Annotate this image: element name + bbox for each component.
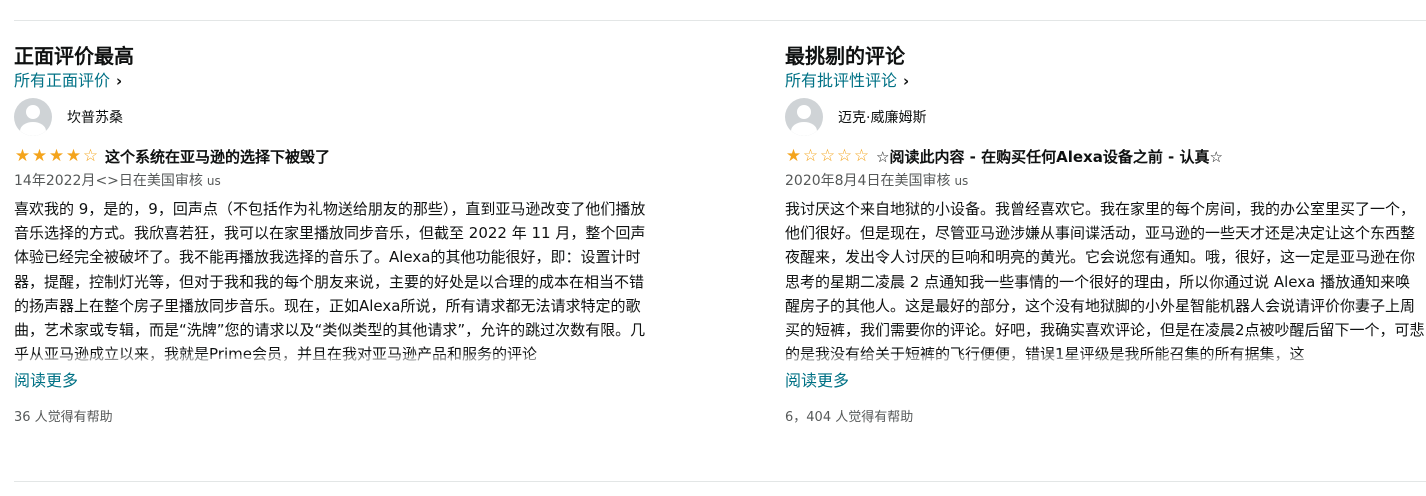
review-title[interactable]: 这个系统在亚马逊的选择下被毁了 [105,146,330,167]
all-positive-reviews-link[interactable]: 所有正面评价 › [14,70,122,92]
star-rating[interactable]: ★ ☆ ☆ ☆ ☆ [785,146,870,166]
star-empty-icon: ☆ [82,146,99,166]
star-full-icon: ★ [48,146,65,166]
review-date: 14年2022月<>日在美国审核 us [14,171,654,191]
review-date-text: 2020年8月4日在美国审核 [785,173,951,189]
star-full-icon: ★ [14,146,31,166]
star-rating[interactable]: ★ ★ ★ ★ ☆ [14,146,99,166]
helpful-count: 36 人觉得有帮助 [14,410,113,425]
star-empty-icon: ☆ [802,146,819,166]
review-body: 喜欢我的 9，是的，9，回声点（不包括作为礼物送给朋友的那些），直到亚马逊改变了… [14,197,654,369]
person-avatar-icon[interactable] [14,98,52,136]
chevron-right-icon[interactable]: › [903,70,909,92]
star-empty-icon: ☆ [836,146,853,166]
bottom-divider [14,481,1426,482]
review-date: 2020年8月4日在美国审核 us [785,171,1425,191]
helpful-count: 6，404 人觉得有帮助 [785,410,914,425]
review-date-text: 14年2022月<>日在美国审核 [14,173,203,189]
star-empty-icon: ☆ [819,146,836,166]
country-code: us [954,174,969,188]
star-full-icon: ★ [65,146,82,166]
all-positive-link-label[interactable]: 所有正面评价 [14,70,110,92]
all-critical-reviews-link[interactable]: 所有批评性评论 › [785,70,909,92]
reviewer-name[interactable]: 迈克·威廉姆斯 [838,107,926,127]
star-empty-icon: ☆ [853,146,870,166]
country-code: us [206,174,221,188]
review-title[interactable]: ☆阅读此内容 - 在购买任何Alexa设备之前 - 认真☆ [876,146,1223,167]
positive-heading: 正面评价最高 [14,44,134,68]
star-full-icon: ★ [31,146,48,166]
read-more-link[interactable]: 阅读更多 [14,370,654,392]
reviewer-profile[interactable]: 迈克·威廉姆斯 [785,97,1425,137]
reviewer-profile[interactable]: 坎普苏桑 [14,97,654,137]
reviewer-name[interactable]: 坎普苏桑 [67,107,123,127]
top-divider [14,20,1426,21]
star-full-icon: ★ [785,146,802,166]
all-critical-link-label[interactable]: 所有批评性评论 [785,70,897,92]
read-more-link[interactable]: 阅读更多 [785,370,1425,392]
top-positive-review-column: 正面评价最高 所有正面评价 › 坎普苏桑 ★ ★ ★ ★ ☆ 这个系统在亚马逊的选择下被… [14,38,654,425]
top-critical-review-column: 最挑剔的评论 所有批评性评论 › 迈克·威廉姆斯 ★ ☆ ☆ ☆ ☆ ☆阅读此内容 - … [785,38,1425,425]
review-title-row[interactable]: ★ ★ ★ ★ ☆ 这个系统在亚马逊的选择下被毁了 [14,145,654,167]
critical-heading: 最挑剔的评论 [785,44,905,68]
chevron-right-icon[interactable]: › [116,70,122,92]
review-body: 我讨厌这个来自地狱的小设备。我曾经喜欢它。我在家里的每个房间，我的办公室里买了一… [785,197,1425,369]
review-title-row[interactable]: ★ ☆ ☆ ☆ ☆ ☆阅读此内容 - 在购买任何Alexa设备之前 - 认真☆ [785,145,1425,167]
person-avatar-icon[interactable] [785,98,823,136]
